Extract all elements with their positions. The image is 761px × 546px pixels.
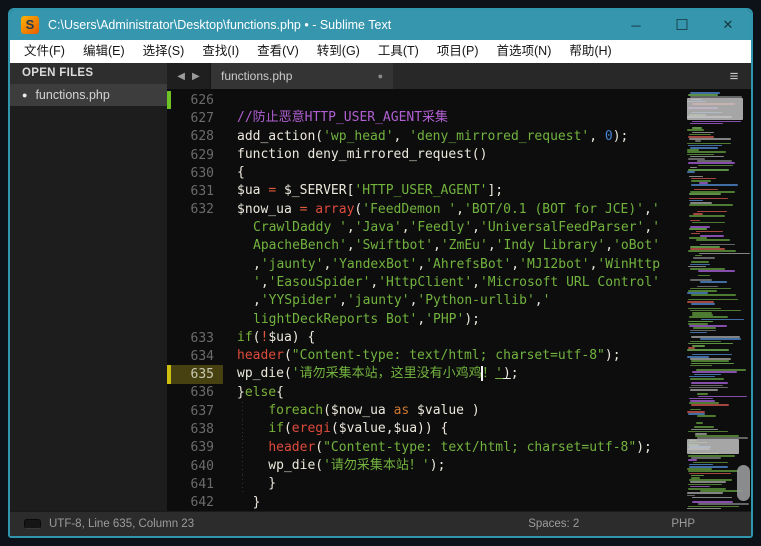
menu-item-2[interactable]: 选择(S)	[134, 40, 194, 63]
menu-item-8[interactable]: 首选项(N)	[488, 40, 561, 63]
tab-modified-dot-icon: ●	[378, 71, 383, 81]
line-number: 632	[171, 202, 223, 217]
tab-label: functions.php	[221, 69, 370, 83]
status-indent[interactable]: Spaces: 2	[528, 518, 579, 530]
line-number: 640	[171, 459, 223, 474]
modified-dot-icon: ●	[22, 91, 27, 100]
menu-item-0[interactable]: 文件(F)	[15, 40, 74, 63]
line-number: 641	[171, 477, 223, 492]
gutter: 626 627 628 629 630 631 632 633 634 635 636 637 638 6…	[167, 89, 223, 511]
tabbar: ◀ ▶ functions.php ● ≡	[167, 63, 751, 89]
window-title: C:\Users\Administrator\Desktop\functions…	[48, 18, 613, 32]
gutter-marker	[167, 311, 171, 329]
code-line-wrap[interactable]: CrawlDaddy ','Java','Feedly','UniversalF…	[223, 219, 685, 237]
titlebar: S C:\Users\Administrator\Desktop\functio…	[10, 10, 751, 40]
gutter-marker	[167, 256, 171, 274]
menu-item-3[interactable]: 查找(I)	[193, 40, 248, 63]
code-line-642[interactable]: }	[223, 494, 685, 511]
line-number: 626	[171, 93, 223, 108]
minimap-highlight-bottom	[687, 439, 739, 454]
scrollbar-thumb[interactable]	[737, 465, 750, 501]
code-line-632[interactable]: $now_ua = array('FeedDemon ','BOT/0.1 (B…	[223, 201, 685, 219]
menu-item-4[interactable]: 查看(V)	[248, 40, 308, 63]
code-line-wrap[interactable]: ','EasouSpider','HttpClient','Microsoft …	[223, 274, 685, 292]
code-area[interactable]: 626 627 628 629 630 631 632 633 634 635 636 637 638 6…	[167, 89, 751, 511]
line-number: 635	[171, 367, 223, 382]
line-number: 636	[171, 385, 223, 400]
status-position: UTF-8, Line 635, Column 23	[49, 518, 528, 530]
code-line-639[interactable]: header("Content-type: text/html; charset…	[223, 439, 685, 457]
minimize-icon[interactable]: ─	[613, 10, 659, 40]
code-line-631[interactable]: $ua = $_SERVER['HTTP_USER_AGENT'];	[223, 182, 685, 200]
gutter-marker	[167, 237, 171, 255]
menubar: 文件(F)编辑(E)选择(S)查找(I)查看(V)转到(G)工具(T)项目(P)…	[10, 40, 751, 63]
open-files-header: OPEN FILES	[10, 63, 167, 84]
vintage-mode-icon	[24, 519, 41, 529]
minimap-highlight-top	[687, 98, 743, 120]
sublime-window: S C:\Users\Administrator\Desktop\functio…	[8, 8, 753, 538]
line-number: 639	[171, 440, 223, 455]
tab-functions-php[interactable]: functions.php ●	[211, 63, 393, 89]
tab-next-icon[interactable]: ▶	[192, 71, 200, 82]
close-icon[interactable]: ✕	[705, 10, 751, 40]
tab-prev-icon[interactable]: ◀	[177, 71, 185, 82]
code-lines[interactable]: //防止恶意HTTP_USER_AGENT采集add_action('wp_he…	[223, 89, 685, 511]
sidebar-item-functions-php[interactable]: ● functions.php	[10, 84, 167, 106]
code-line-636[interactable]: }else{	[223, 384, 685, 402]
code-line-wrap[interactable]: lightDeckReports Bot','PHP');	[223, 311, 685, 329]
code-line-633[interactable]: if(!$ua) {	[223, 329, 685, 347]
line-number: 634	[171, 349, 223, 364]
line-number: 631	[171, 184, 223, 199]
code-line-638[interactable]: if(eregi($value,$ua)) {	[223, 420, 685, 438]
gutter-marker	[167, 274, 171, 292]
code-line-634[interactable]: header("Content-type: text/html; charset…	[223, 347, 685, 365]
code-line-wrap[interactable]: ApacheBench','Swiftbot','ZmEu','Indy Lib…	[223, 237, 685, 255]
sidebar-file-label: functions.php	[35, 88, 109, 102]
sidebar: OPEN FILES ● functions.php	[10, 63, 167, 511]
code-line-635[interactable]: wp_die('请勿采集本站，这里没有小鸡鸡！');	[223, 365, 685, 383]
menu-item-6[interactable]: 工具(T)	[369, 40, 428, 63]
statusbar: UTF-8, Line 635, Column 23 Spaces: 2 PHP	[10, 511, 751, 536]
gutter-marker	[167, 292, 171, 310]
menu-item-1[interactable]: 编辑(E)	[74, 40, 134, 63]
minimap[interactable]	[685, 89, 751, 511]
line-number: 633	[171, 331, 223, 346]
status-syntax[interactable]: PHP	[671, 518, 695, 530]
code-line-630[interactable]: {	[223, 164, 685, 182]
line-number: 637	[171, 404, 223, 419]
menu-item-9[interactable]: 帮助(H)	[560, 40, 620, 63]
code-line-641[interactable]: }	[223, 475, 685, 493]
line-number: 642	[171, 495, 223, 510]
tab-overflow-menu-icon[interactable]: ≡	[717, 63, 751, 89]
code-line-640[interactable]: wp_die('请勿采集本站！');	[223, 457, 685, 475]
code-line-637[interactable]: foreach($now_ua as $value )	[223, 402, 685, 420]
line-number: 629	[171, 148, 223, 163]
line-number: 630	[171, 166, 223, 181]
code-line-626[interactable]	[223, 91, 685, 109]
maximize-icon[interactable]: ☐	[659, 10, 705, 40]
code-line-wrap[interactable]: ,'jaunty','YandexBot','AhrefsBot','MJ12b…	[223, 256, 685, 274]
line-number: 627	[171, 111, 223, 126]
code-line-629[interactable]: function deny_mirrored_request()	[223, 146, 685, 164]
menu-item-5[interactable]: 转到(G)	[308, 40, 369, 63]
code-line-628[interactable]: add_action('wp_head', 'deny_mirrored_req…	[223, 128, 685, 146]
sublime-logo-icon: S	[21, 16, 39, 34]
line-number: 628	[171, 129, 223, 144]
code-line-wrap[interactable]: ,'YYSpider','jaunty','Python-urllib','	[223, 292, 685, 310]
line-number: 638	[171, 422, 223, 437]
gutter-marker	[167, 219, 171, 237]
menu-item-7[interactable]: 项目(P)	[428, 40, 488, 63]
code-line-627[interactable]: //防止恶意HTTP_USER_AGENT采集	[223, 109, 685, 127]
